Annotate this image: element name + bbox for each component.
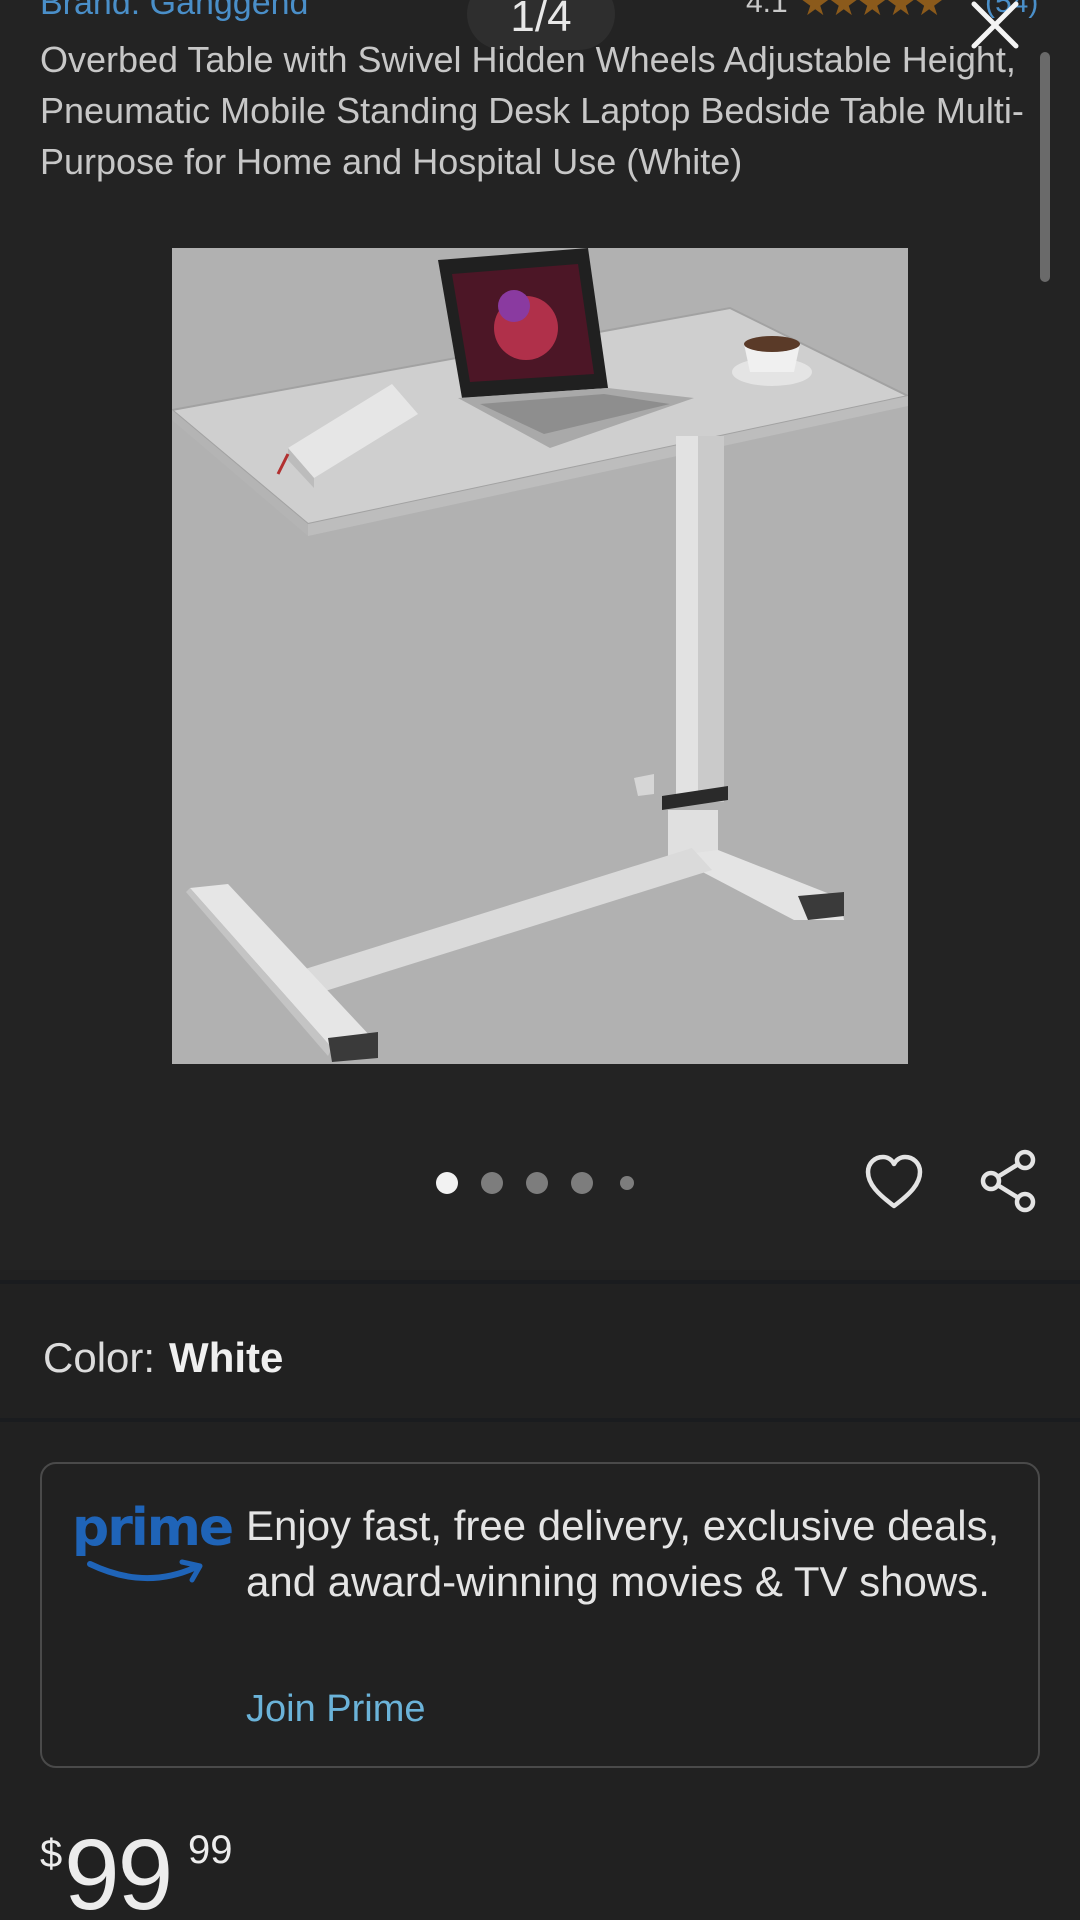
image-pagination-dots[interactable] [436, 1170, 656, 1196]
prime-promo-card: prime Enjoy fast, free delivery, exclusi… [40, 1462, 1040, 1768]
prime-smile-icon [87, 1559, 203, 1583]
join-prime-link[interactable]: Join Prime [246, 1688, 426, 1731]
wishlist-button[interactable] [862, 1150, 926, 1214]
color-label: Color: [43, 1334, 156, 1381]
heart-icon [865, 1154, 923, 1209]
section-divider [0, 1418, 1080, 1422]
product-title: Overbed Table with Swivel Hidden Wheels … [40, 39, 1024, 182]
prime-logo-text: prime [72, 1498, 234, 1558]
pagination-dot[interactable] [481, 1172, 503, 1194]
color-selector-row: Color: White [43, 1334, 283, 1382]
overbed-table-illustration [172, 248, 908, 1062]
prime-logo: prime [72, 1498, 234, 1586]
product-image[interactable] [172, 248, 908, 1064]
share-button[interactable] [975, 1148, 1041, 1214]
pagination-dot[interactable] [620, 1176, 634, 1190]
pagination-dot[interactable] [571, 1172, 593, 1194]
brand-link[interactable]: Brand: Ganggend [40, 0, 308, 23]
rating-stars[interactable]: ★★★★★ [800, 0, 944, 24]
color-value: White [169, 1334, 284, 1381]
pagination-dot[interactable] [526, 1172, 548, 1194]
share-icon [980, 1149, 1036, 1213]
rating-value: 4.1 [746, 0, 788, 19]
price-currency-symbol: $ [40, 1832, 63, 1876]
prime-message: Enjoy fast, free delivery, exclusive dea… [246, 1502, 1000, 1605]
pagination-dot[interactable] [436, 1172, 458, 1194]
section-divider [0, 1280, 1080, 1284]
price-whole: 99 [64, 1819, 173, 1920]
price-fraction: 99 [188, 1828, 233, 1872]
